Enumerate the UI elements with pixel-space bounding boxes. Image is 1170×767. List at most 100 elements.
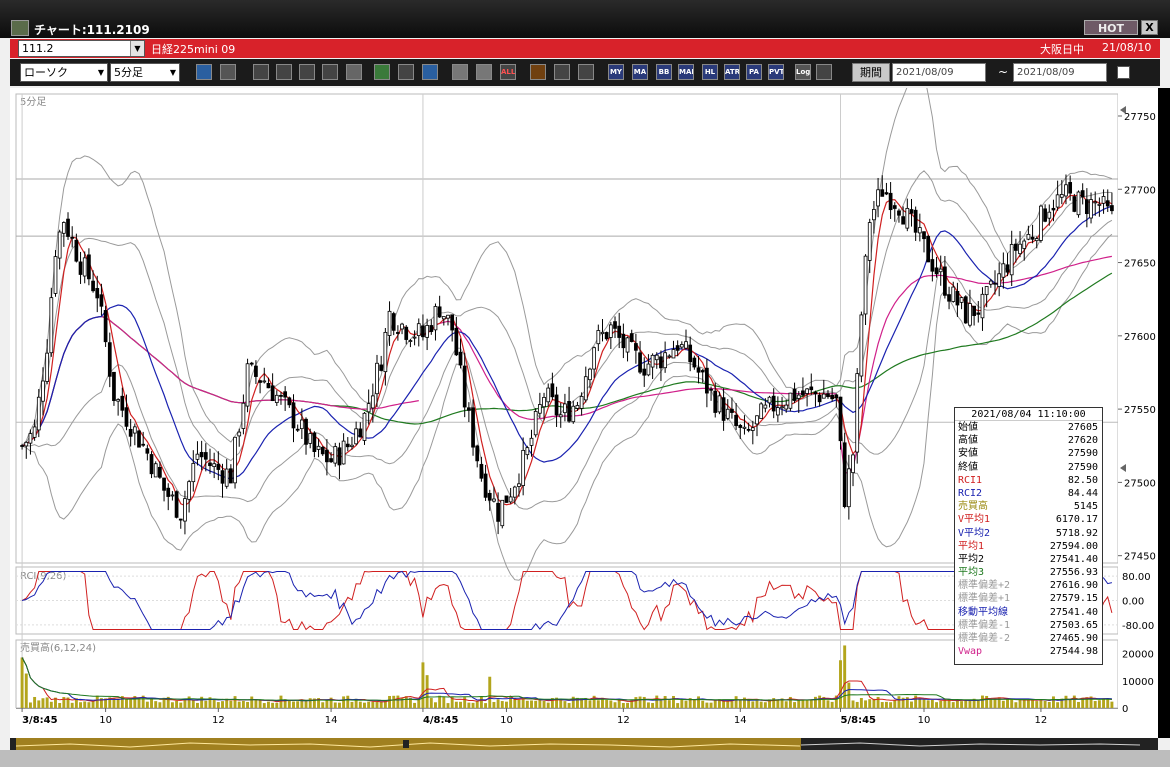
cursor-icon[interactable]	[398, 64, 414, 80]
fibonacci-icon[interactable]	[530, 64, 546, 80]
gradient-icon[interactable]	[578, 64, 594, 80]
candle-body	[621, 333, 626, 349]
candle-body	[558, 414, 563, 418]
candle-body	[1055, 194, 1060, 208]
volume-bar	[325, 700, 329, 708]
volume-bar	[388, 695, 391, 708]
candle-body	[95, 288, 100, 299]
toolbar-my-button[interactable]: MY	[608, 64, 624, 80]
candle-body	[596, 330, 601, 345]
candle-body	[128, 428, 133, 437]
volume-bar	[175, 700, 179, 708]
data-window-value: 82.50	[1067, 474, 1098, 486]
date-from-input[interactable]: 2021/08/09	[892, 63, 986, 82]
snapshot-icon[interactable]	[816, 64, 832, 80]
data-window-value: 27616.90	[1049, 580, 1098, 592]
candle-body	[375, 362, 379, 395]
right-scroll-strip[interactable]	[1158, 88, 1170, 738]
candle-body	[988, 280, 993, 285]
candle-body	[817, 394, 822, 403]
date-to-input[interactable]: 2021/08/09	[1013, 63, 1107, 82]
volume-bar	[484, 703, 488, 708]
candle-body	[667, 355, 672, 358]
inactive-icon[interactable]	[346, 64, 362, 80]
chevron-down-icon[interactable]: ▼	[167, 64, 179, 81]
data-window-value: 27590	[1067, 461, 1098, 473]
volume-bar	[684, 700, 688, 708]
bar-compare-icon[interactable]	[299, 64, 315, 80]
toolbar-bb-button[interactable]: BB	[656, 64, 672, 80]
data-window-value: 27541.40	[1049, 553, 1098, 565]
date-checkbox[interactable]	[1117, 66, 1130, 79]
candle-body	[345, 443, 350, 448]
candle-body	[304, 418, 308, 445]
volume-bar	[605, 699, 609, 708]
chart-type-select[interactable]: ローソク ▼	[20, 63, 108, 82]
candle-body	[646, 363, 651, 376]
redo-icon[interactable]	[422, 64, 438, 80]
data-window-value: 27541.40	[1049, 606, 1098, 618]
toolbar-para-button[interactable]: PA RA	[746, 64, 762, 80]
data-window: 2021/08/04 11:10:00 始値 27605 高値 27620 安値 2759…	[954, 407, 1103, 665]
price-panel[interactable]	[15, 93, 1119, 564]
candle-body	[383, 331, 388, 373]
toolbar-hl-button[interactable]: HL	[702, 64, 718, 80]
multi-chart-icon[interactable]	[322, 64, 338, 80]
chevron-down-icon[interactable]: ▼	[130, 41, 144, 56]
candle-body	[145, 448, 150, 454]
candle-body	[220, 470, 225, 484]
interval-select[interactable]: 5分足 ▼	[110, 63, 180, 82]
volume-bar	[1018, 699, 1022, 708]
zoom-icon[interactable]	[196, 64, 212, 80]
crosshair-icon[interactable]	[220, 64, 236, 80]
candle-body	[571, 405, 576, 423]
rci-tick-label: -80.00	[1122, 621, 1154, 632]
search-chart-icon[interactable]	[276, 64, 292, 80]
data-window-label: 移動平均線	[958, 606, 1008, 618]
toolbar-ma-button[interactable]: MA	[632, 64, 648, 80]
toolbar-pvt-button[interactable]: PVT	[768, 64, 784, 80]
date-range-separator: ~	[998, 65, 1009, 79]
volume-bar	[20, 657, 24, 708]
candle-body	[721, 397, 726, 421]
candle-alt-icon[interactable]	[476, 64, 492, 80]
candle-body	[792, 388, 797, 401]
toolbar-mae-button[interactable]: MAE	[678, 64, 694, 80]
pencil-icon[interactable]	[374, 64, 390, 80]
candle-body	[1009, 244, 1014, 276]
chevron-down-icon[interactable]: ▼	[95, 64, 107, 81]
candle-body	[36, 396, 41, 431]
volume-bar	[250, 696, 254, 708]
candle-body	[1022, 240, 1027, 249]
candle-body	[57, 231, 62, 259]
data-window-label: 売買高	[958, 501, 988, 513]
volume-bar	[926, 700, 930, 708]
volume-bar	[542, 700, 546, 708]
candle-body	[943, 266, 947, 296]
volume-panel[interactable]	[15, 639, 1119, 709]
candle-icon[interactable]	[452, 64, 468, 80]
volume-bar	[939, 700, 943, 708]
toolbar-all-button[interactable]: ALL	[500, 64, 516, 80]
candle-body	[82, 257, 87, 277]
candle-body	[784, 404, 789, 410]
scroll-grip-icon[interactable]	[403, 740, 409, 748]
chart-area[interactable]: 5分足 RCI(9,26) 売買高(6,12,24) 27750 27700 27650 2…	[10, 88, 1158, 738]
data-window-row: 平均3 27556.93	[955, 566, 1102, 579]
scroll-preview[interactable]	[10, 738, 1158, 750]
volume-bar	[830, 701, 834, 708]
volume-bar	[150, 698, 153, 708]
color-picker-icon[interactable]	[554, 64, 570, 80]
candle-body	[600, 331, 605, 335]
download-icon[interactable]	[253, 64, 269, 80]
symbol-select[interactable]: 111.2 ▼	[18, 40, 145, 57]
candle-body	[968, 303, 972, 326]
toolbar-atr-button[interactable]: ATR	[724, 64, 740, 80]
toolbar-log-button[interactable]: Log	[795, 64, 811, 80]
close-button[interactable]: X	[1141, 20, 1158, 35]
volume-bar	[985, 695, 989, 708]
chart-scroll-bar[interactable]	[10, 738, 1158, 750]
candle-body	[387, 310, 392, 336]
period-button[interactable]: 期間	[852, 63, 890, 82]
hot-button[interactable]: HOT	[1084, 20, 1138, 35]
